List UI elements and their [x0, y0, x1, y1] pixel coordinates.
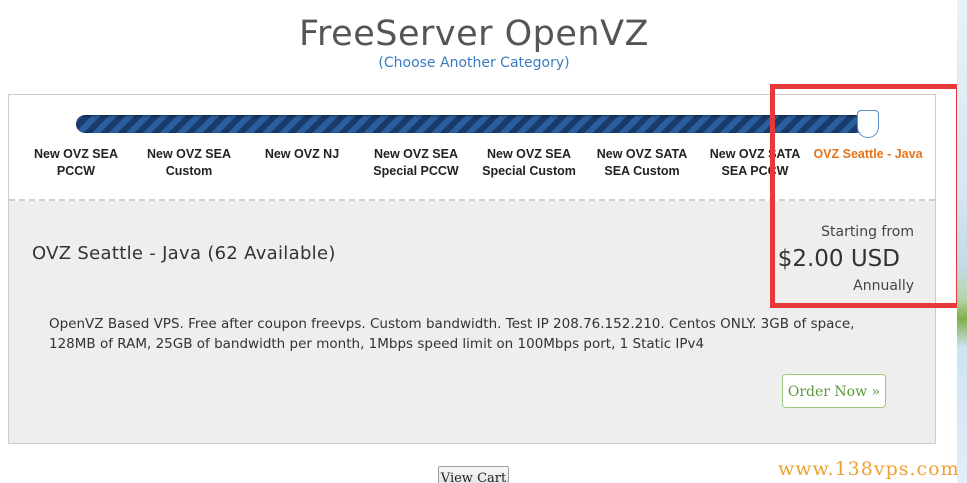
product-slider-track[interactable] — [76, 115, 873, 133]
product-price: $2.00 USD — [777, 246, 900, 272]
order-now-button[interactable]: Order Now » — [782, 374, 886, 408]
view-cart-button[interactable]: View Cart — [438, 466, 509, 483]
choose-category-link[interactable]: (Choose Another Category) — [0, 55, 948, 71]
product-step[interactable]: New OVZ SEA Special Custom — [473, 146, 585, 180]
page: FreeServer OpenVZ (Choose Another Catego… — [0, 0, 967, 483]
product-step[interactable]: New OVZ SEA Custom — [133, 146, 245, 180]
background-strip — [957, 0, 967, 483]
product-slider-handle[interactable] — [857, 110, 879, 138]
product-step[interactable]: New OVZ SEA Special PCCW — [360, 146, 472, 180]
product-step[interactable]: New OVZ NJ — [246, 146, 358, 163]
product-step[interactable]: New OVZ SEA PCCW — [20, 146, 132, 180]
product-step-active[interactable]: OVZ Seattle - Java — [812, 146, 924, 163]
product-step[interactable]: New OVZ SATA SEA Custom — [586, 146, 698, 180]
product-name: OVZ Seattle - Java (62 Available) — [32, 243, 336, 264]
billing-cycle: Annually — [853, 278, 914, 294]
page-title: FreeServer OpenVZ — [298, 14, 650, 54]
starting-from-label: Starting from — [821, 224, 914, 240]
watermark-text: www.138vps.com — [778, 458, 960, 480]
product-description: OpenVZ Based VPS. Free after coupon free… — [49, 316, 855, 352]
product-step[interactable]: New OVZ SATA SEA PCCW — [699, 146, 811, 180]
